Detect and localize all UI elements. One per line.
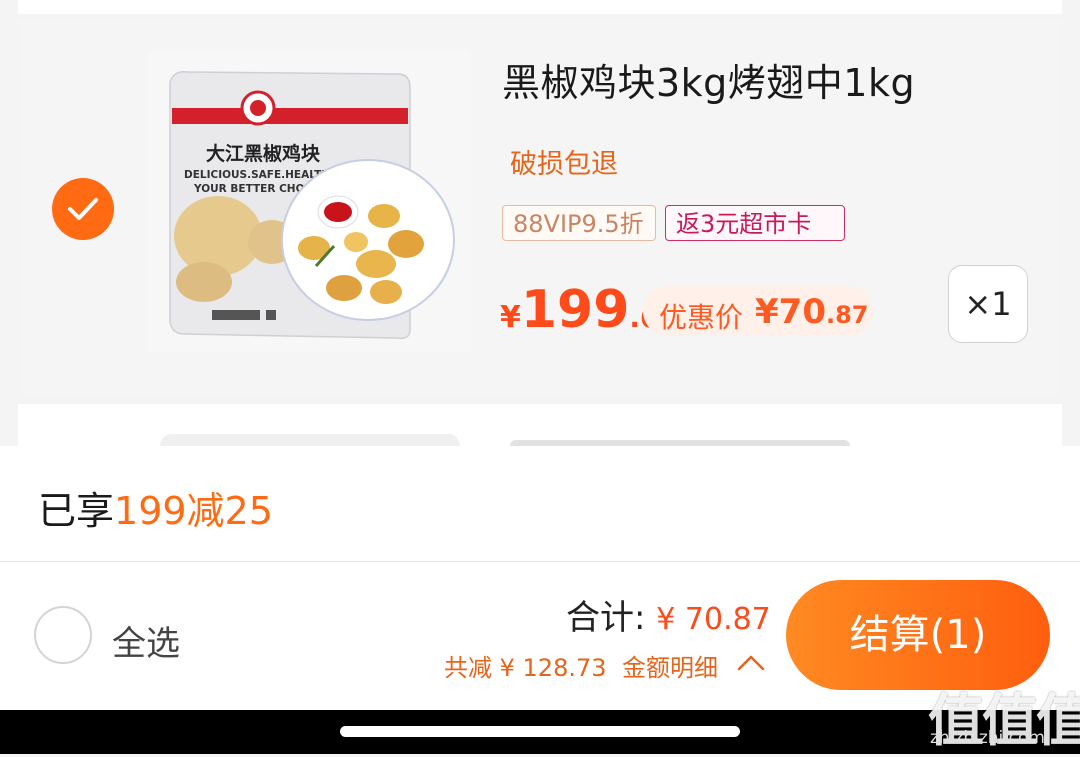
product-image[interactable]: 大江黑椒鸡块 DELICIOUS.SAFE.HEALTHY YOUR BETTE… <box>148 52 470 352</box>
promo-value: ¥70.87 <box>755 292 869 332</box>
promo-value-main: ¥70 <box>755 292 826 332</box>
product-price: ¥199.6 <box>500 280 660 340</box>
promo-price-badge: 优惠价 ¥70.87 <box>643 286 873 336</box>
total-price: 合计: ¥ 70.87 <box>566 590 771 639</box>
product-title[interactable]: 黑椒鸡块3kg烤翅中1kg <box>502 52 915 107</box>
vip-discount-tag: 88VIP9.5折 <box>502 205 656 241</box>
package-brand-text: 大江黑椒鸡块 <box>206 142 321 165</box>
checkmark-icon <box>68 198 98 220</box>
service-tag: 破损包退 <box>510 149 618 180</box>
select-all-checkbox[interactable] <box>34 606 92 664</box>
previous-card-edge <box>18 0 1062 14</box>
price-currency: ¥ <box>500 300 521 335</box>
divider <box>0 561 1080 562</box>
rebate-card-tag: 返3元超市卡 <box>665 205 845 241</box>
quantity-button[interactable]: ×1 <box>948 265 1028 343</box>
price-detail-link[interactable]: 金额明细 <box>622 648 718 683</box>
saved-amount: 共减 ¥ 128.73 <box>444 654 607 682</box>
select-all-label[interactable]: 全选 <box>112 616 180 665</box>
price-integer: 199 <box>520 280 630 340</box>
checkout-button[interactable]: 结算(1) <box>786 580 1050 690</box>
total-amount: ¥ 70.87 <box>656 602 771 637</box>
discount-prefix: 已享 <box>38 489 115 533</box>
total-label: 合计: <box>566 598 657 638</box>
promo-label: 优惠价 <box>659 301 744 334</box>
promo-value-decimal: .87 <box>825 301 869 329</box>
discount-summary[interactable]: 已享199减25 <box>38 480 273 535</box>
chevron-up-icon[interactable] <box>736 652 766 672</box>
home-indicator[interactable] <box>340 726 740 737</box>
item-select-checkbox[interactable] <box>52 178 114 240</box>
discount-rule: 199减25 <box>114 489 273 533</box>
watermark-url: zhizhizhi.com <box>930 728 1045 748</box>
